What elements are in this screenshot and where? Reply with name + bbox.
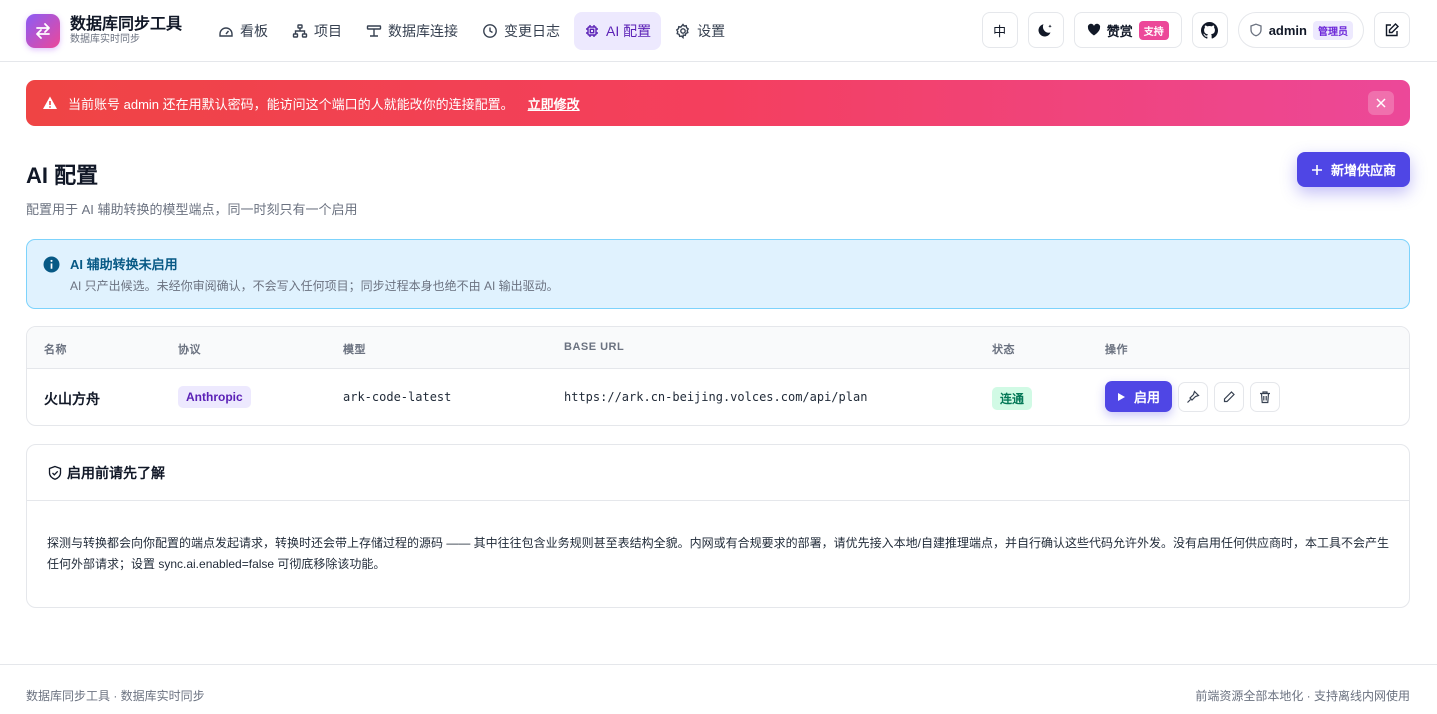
- default-password-alert: 当前账号 admin 还在用默认密码，能访问这个端口的人就能改你的连接配置。 立…: [26, 80, 1410, 126]
- notice-card: 启用前请先了解 探测与转换都会向你配置的端点发起请求，转换时还会带上存储过程的源…: [26, 444, 1410, 608]
- shield-icon: [1250, 23, 1262, 37]
- plus-icon: [1311, 164, 1322, 175]
- nav-item-connections[interactable]: 数据库连接: [356, 12, 468, 50]
- provider-table: 名称 协议 模型 BASE URL 状态 操作 火山方舟 Anthropic a…: [26, 326, 1410, 426]
- clock-icon: [483, 23, 497, 38]
- column-header-actions: 操作: [1105, 344, 1128, 356]
- user-name: admin: [1268, 22, 1307, 38]
- delete-button[interactable]: [1250, 381, 1281, 412]
- nav-item-changelog[interactable]: 变更日志: [472, 12, 570, 50]
- brand-subtitle: 数据库实时同步: [70, 33, 140, 45]
- change-password-link[interactable]: 立即修改: [528, 94, 580, 113]
- column-header-base-url: BASE URL: [564, 341, 625, 353]
- like-label: 赞赏: [1106, 23, 1133, 39]
- nav-item-settings[interactable]: 设置: [665, 12, 735, 50]
- info-icon: [43, 256, 60, 273]
- brand: 数据库同步工具 数据库实时同步: [70, 16, 182, 46]
- close-icon: [1376, 98, 1386, 108]
- nav-label: 变更日志: [504, 22, 561, 39]
- ai-disabled-info: AI 辅助转换未启用 AI 只产出候选。未经你审阅确认，不会写入任何项目；同步过…: [26, 239, 1410, 309]
- add-provider-label: 新增供应商: [1330, 163, 1396, 178]
- edit-profile-button[interactable]: [1374, 12, 1410, 48]
- sync-arrows-icon: [36, 22, 50, 39]
- provider-name: 火山方舟: [44, 391, 100, 407]
- top-header: 数据库同步工具 数据库实时同步 看板 项目 数据库连接 变更日志 AI 配置 设…: [0, 0, 1437, 62]
- nav-item-dashboard[interactable]: 看板: [208, 12, 278, 50]
- chip-icon: [586, 24, 599, 37]
- base-url: https://ark.cn-beijing.volces.com/api/pl…: [564, 390, 868, 404]
- column-header-protocol: 协议: [178, 344, 201, 356]
- notice-header: 启用前请先了解: [27, 445, 1409, 501]
- footer-left-text: 数据库同步工具 · 数据库实时同步: [26, 689, 205, 703]
- main-nav: 看板 项目 数据库连接 变更日志 AI 配置 设置: [208, 11, 735, 50]
- github-button[interactable]: [1191, 12, 1228, 48]
- protocol-badge: Anthropic: [178, 386, 251, 408]
- info-title: AI 辅助转换未启用: [70, 257, 178, 272]
- status-badge: 连通: [992, 387, 1033, 410]
- notice-body: 探测与转换都会向你配置的端点发起请求，转换时还会带上存储过程的源码 —— 其中往…: [47, 536, 1390, 571]
- warning-icon: [43, 96, 57, 109]
- notice-title: 启用前请先了解: [67, 464, 165, 481]
- column-header-model: 模型: [343, 344, 366, 356]
- nav-label: 设置: [697, 22, 726, 39]
- app-logo[interactable]: [26, 13, 60, 48]
- brand-title: 数据库同步工具: [70, 15, 183, 33]
- footer-right-text: 前端资源全部本地化 · 支持离线内网使用: [1195, 689, 1410, 703]
- add-provider-button[interactable]: 新增供应商: [1296, 152, 1410, 187]
- enable-button[interactable]: 启用: [1105, 381, 1173, 412]
- info-text: AI 只产出候选。未经你审阅确认，不会写入任何项目；同步过程本身也绝不由 AI …: [70, 279, 559, 293]
- user-role-badge: 管理员: [1313, 20, 1353, 40]
- github-icon: [1201, 21, 1219, 39]
- alert-close-button[interactable]: [1368, 91, 1394, 115]
- like-button[interactable]: 赞赏 支持: [1073, 12, 1182, 48]
- nav-label: 项目: [314, 22, 343, 39]
- column-header-status: 状态: [992, 344, 1015, 356]
- nav-item-projects[interactable]: 项目: [282, 12, 352, 50]
- gear-icon: [676, 22, 690, 39]
- moon-icon: [1038, 24, 1052, 37]
- pencil-icon: [1223, 390, 1235, 402]
- enable-label: 启用: [1134, 390, 1161, 405]
- page-description: 配置用于 AI 辅助转换的模型端点，同一时刻只有一个启用: [26, 202, 358, 217]
- test-connection-button[interactable]: [1178, 381, 1209, 412]
- edit-square-icon: [1385, 23, 1399, 37]
- heart-icon: [1087, 23, 1100, 36]
- theme-toggle-button[interactable]: [1027, 12, 1064, 48]
- column-header-name: 名称: [44, 344, 67, 356]
- page-title: AI 配置: [26, 163, 99, 188]
- nav-label: 数据库连接: [388, 22, 459, 39]
- table-header: 名称 协议 模型 BASE URL 状态 操作: [27, 327, 1409, 369]
- play-icon: [1118, 392, 1125, 401]
- probe-icon: [1187, 389, 1200, 403]
- nav-label: AI 配置: [606, 22, 652, 39]
- connection-icon: [366, 24, 382, 37]
- user-menu-button[interactable]: admin 管理员: [1237, 12, 1364, 48]
- dashboard-icon: [219, 26, 233, 37]
- shield-check-icon: [48, 465, 62, 480]
- support-badge: 支持: [1138, 20, 1169, 40]
- edit-button[interactable]: [1214, 381, 1245, 412]
- nav-label: 看板: [240, 22, 269, 39]
- table-row: 火山方舟 Anthropic ark-code-latest https://a…: [27, 369, 1409, 425]
- nav-item-ai-config[interactable]: AI 配置: [574, 11, 662, 50]
- model-name: ark-code-latest: [343, 390, 452, 404]
- row-actions: 启用: [1105, 381, 1281, 412]
- header-actions: 中 赞赏 支持 admin 管理员: [981, 12, 1410, 48]
- trash-icon: [1260, 390, 1271, 403]
- footer: 数据库同步工具 · 数据库实时同步 前端资源全部本地化 · 支持离线内网使用: [0, 664, 1437, 714]
- project-tree-icon: [292, 23, 308, 38]
- language-toggle-button[interactable]: 中: [981, 12, 1018, 48]
- alert-message: 当前账号 admin 还在用默认密码，能访问这个端口的人就能改你的连接配置。: [68, 96, 514, 112]
